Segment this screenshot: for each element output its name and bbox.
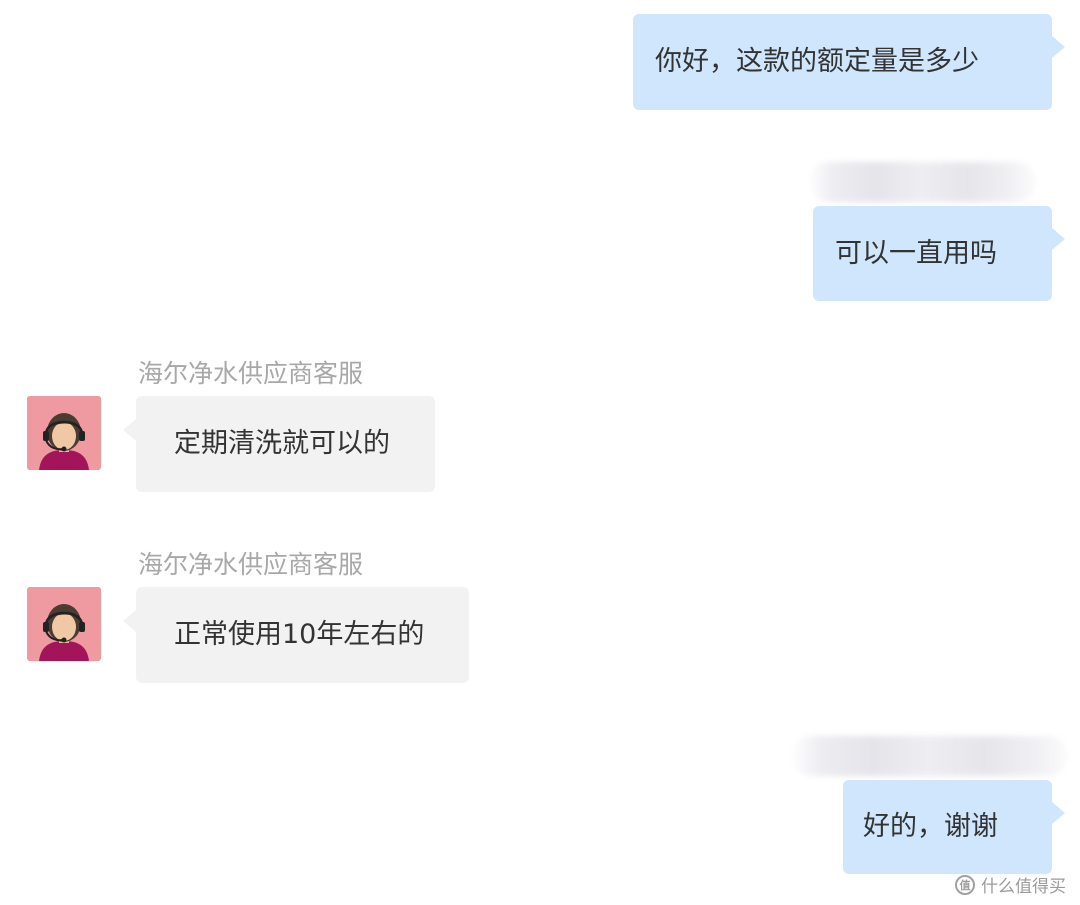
message-bubble-incoming: 正常使用10年左右的	[136, 587, 469, 683]
message-text: 可以一直用吗	[835, 237, 997, 269]
smzdm-logo-icon: 值	[955, 874, 975, 895]
message-bubble-outgoing: 可以一直用吗	[813, 206, 1052, 301]
chat-window: 你好，这款的额定量是多少 可以一直用吗 海尔净水供应商客服 定期清洗就可以的 海…	[0, 0, 1080, 905]
bubble-tail	[1052, 802, 1065, 824]
blurred-name-fragment	[790, 0, 850, 6]
bubble-tail	[1052, 36, 1065, 58]
message-text: 定期清洗就可以的	[174, 428, 390, 459]
watermark: 值 什么值得买	[955, 872, 1066, 897]
message-bubble-incoming: 定期清洗就可以的	[136, 396, 435, 492]
bubble-tail	[1052, 228, 1065, 250]
message-bubble-outgoing: 你好，这款的额定量是多少	[633, 14, 1052, 110]
customer-service-avatar-icon[interactable]	[27, 587, 101, 661]
customer-service-avatar-icon[interactable]	[27, 396, 101, 470]
blurred-sender-name	[790, 736, 1068, 776]
message-text: 你好，这款的额定量是多少	[655, 46, 979, 77]
message-bubble-outgoing: 好的，谢谢	[843, 780, 1052, 874]
bubble-tail	[123, 419, 136, 441]
message-text: 正常使用10年左右的	[174, 619, 425, 650]
message-text: 好的，谢谢	[863, 811, 998, 842]
bubble-tail	[123, 610, 136, 632]
blurred-sender-name	[808, 162, 1036, 202]
sender-name: 海尔净水供应商客服	[138, 550, 364, 579]
sender-name: 海尔净水供应商客服	[138, 359, 364, 388]
watermark-text: 什么值得买	[981, 877, 1066, 897]
